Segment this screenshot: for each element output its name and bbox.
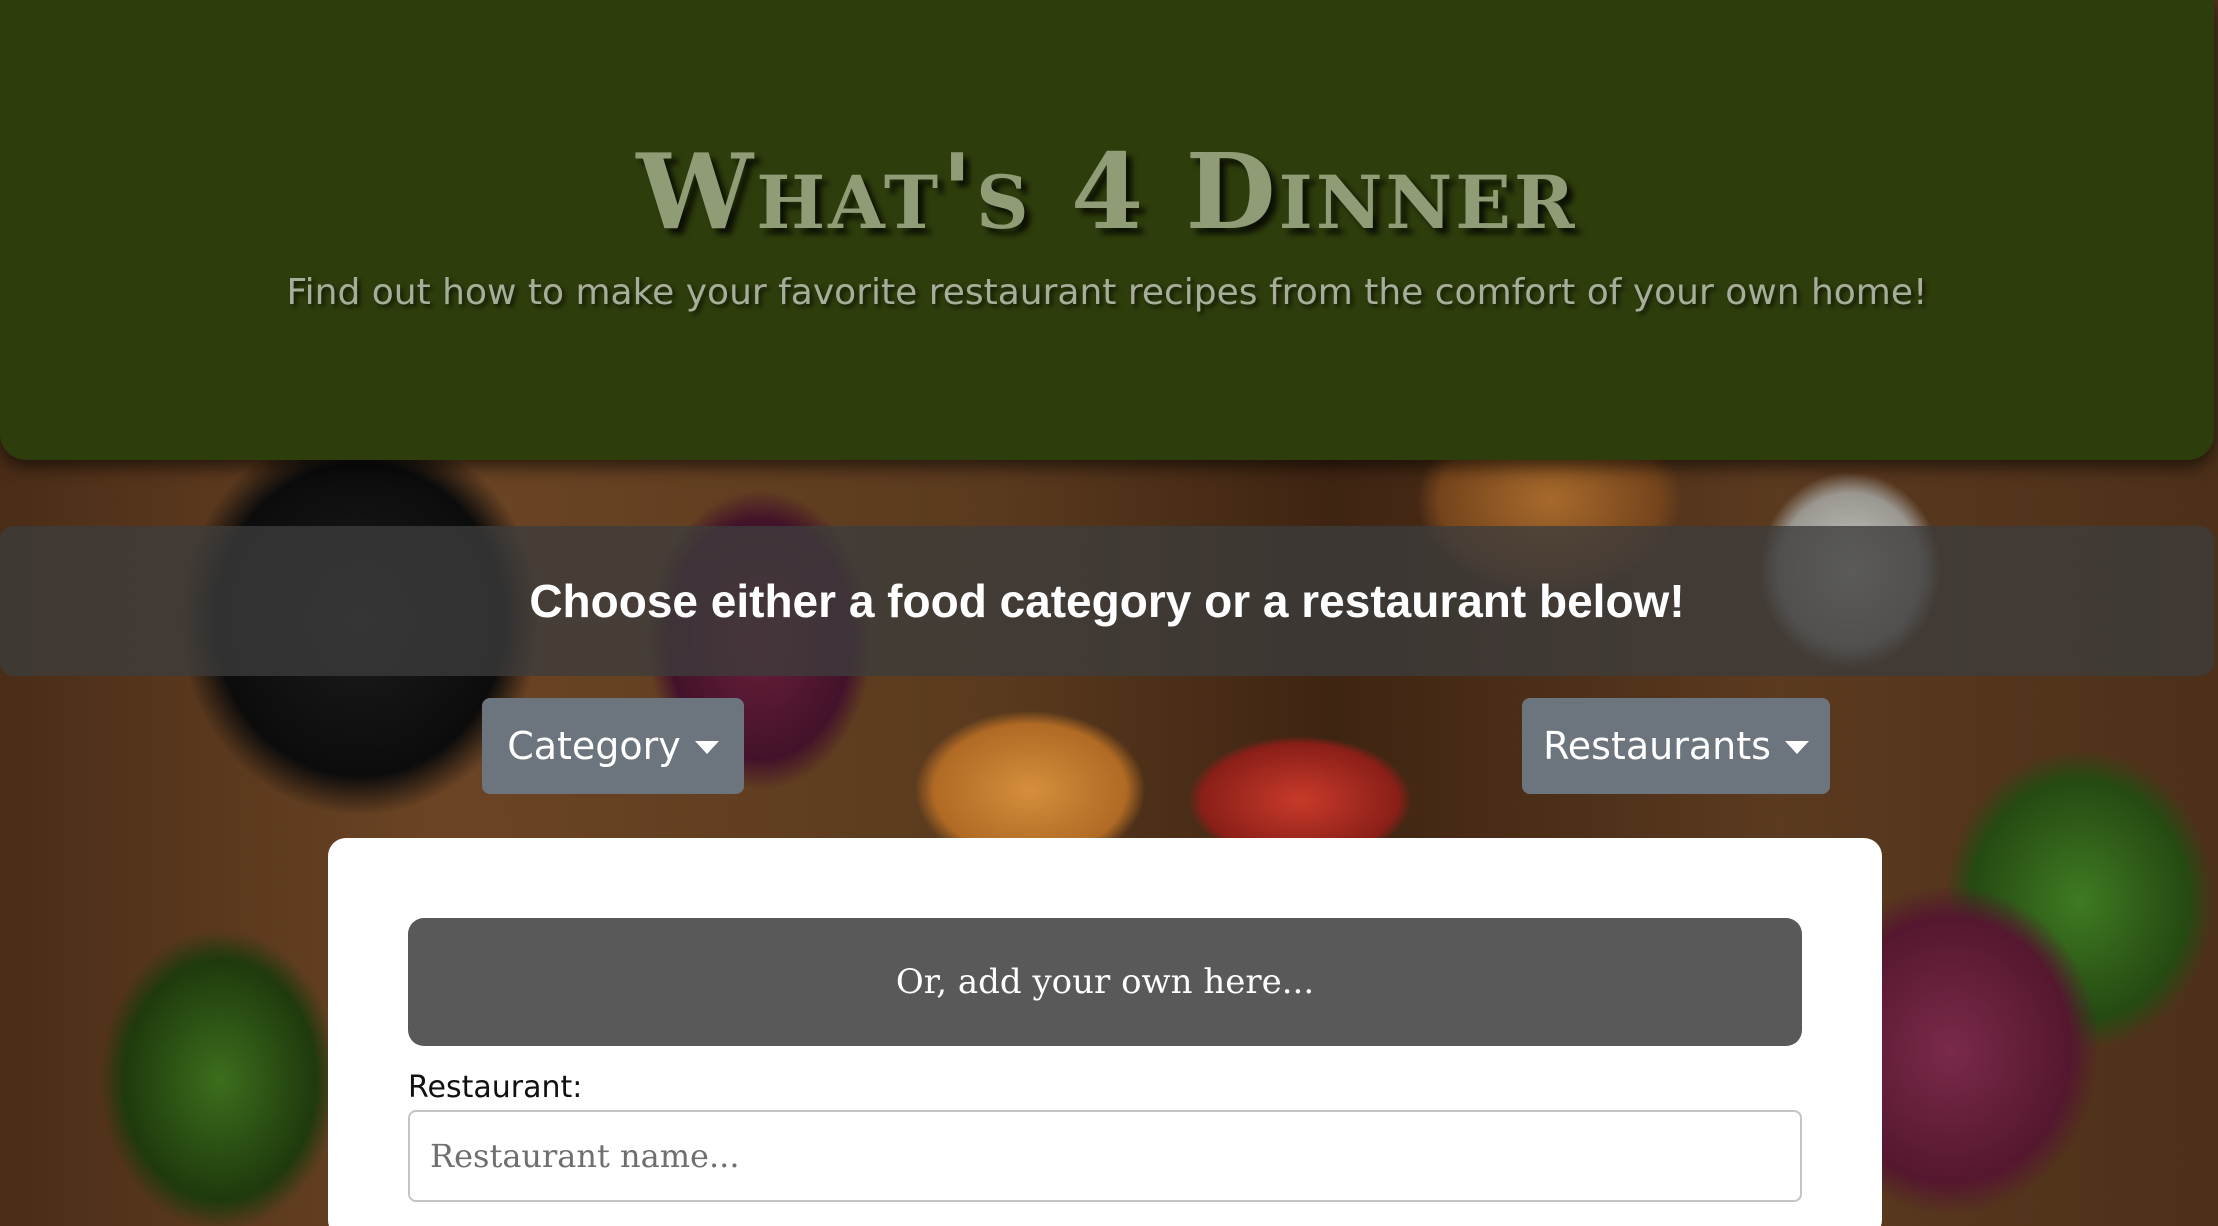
caret-down-icon — [1784, 741, 1809, 754]
header-jumbotron: What's 4 Dinner Find out how to make you… — [0, 0, 2214, 460]
category-dropdown-label: Category — [507, 724, 681, 768]
category-dropdown-button[interactable]: Category — [482, 698, 744, 794]
add-recipe-form-card: Or, add your own here... Restaurant: — [328, 838, 1882, 1226]
restaurants-dropdown-label: Restaurants — [1543, 724, 1771, 768]
restaurants-dropdown-button[interactable]: Restaurants — [1522, 698, 1830, 794]
restaurant-field-label: Restaurant: — [408, 1070, 583, 1105]
site-tagline: Find out how to make your favorite resta… — [286, 272, 1928, 313]
caret-down-icon — [694, 741, 719, 754]
restaurant-name-input[interactable] — [408, 1110, 1802, 1202]
choose-prompt-text: Choose either a food category or a resta… — [529, 575, 1685, 627]
choose-prompt-band: Choose either a food category or a resta… — [0, 526, 2214, 676]
site-title: What's 4 Dinner — [636, 130, 1578, 253]
add-own-banner: Or, add your own here... — [408, 918, 1802, 1046]
